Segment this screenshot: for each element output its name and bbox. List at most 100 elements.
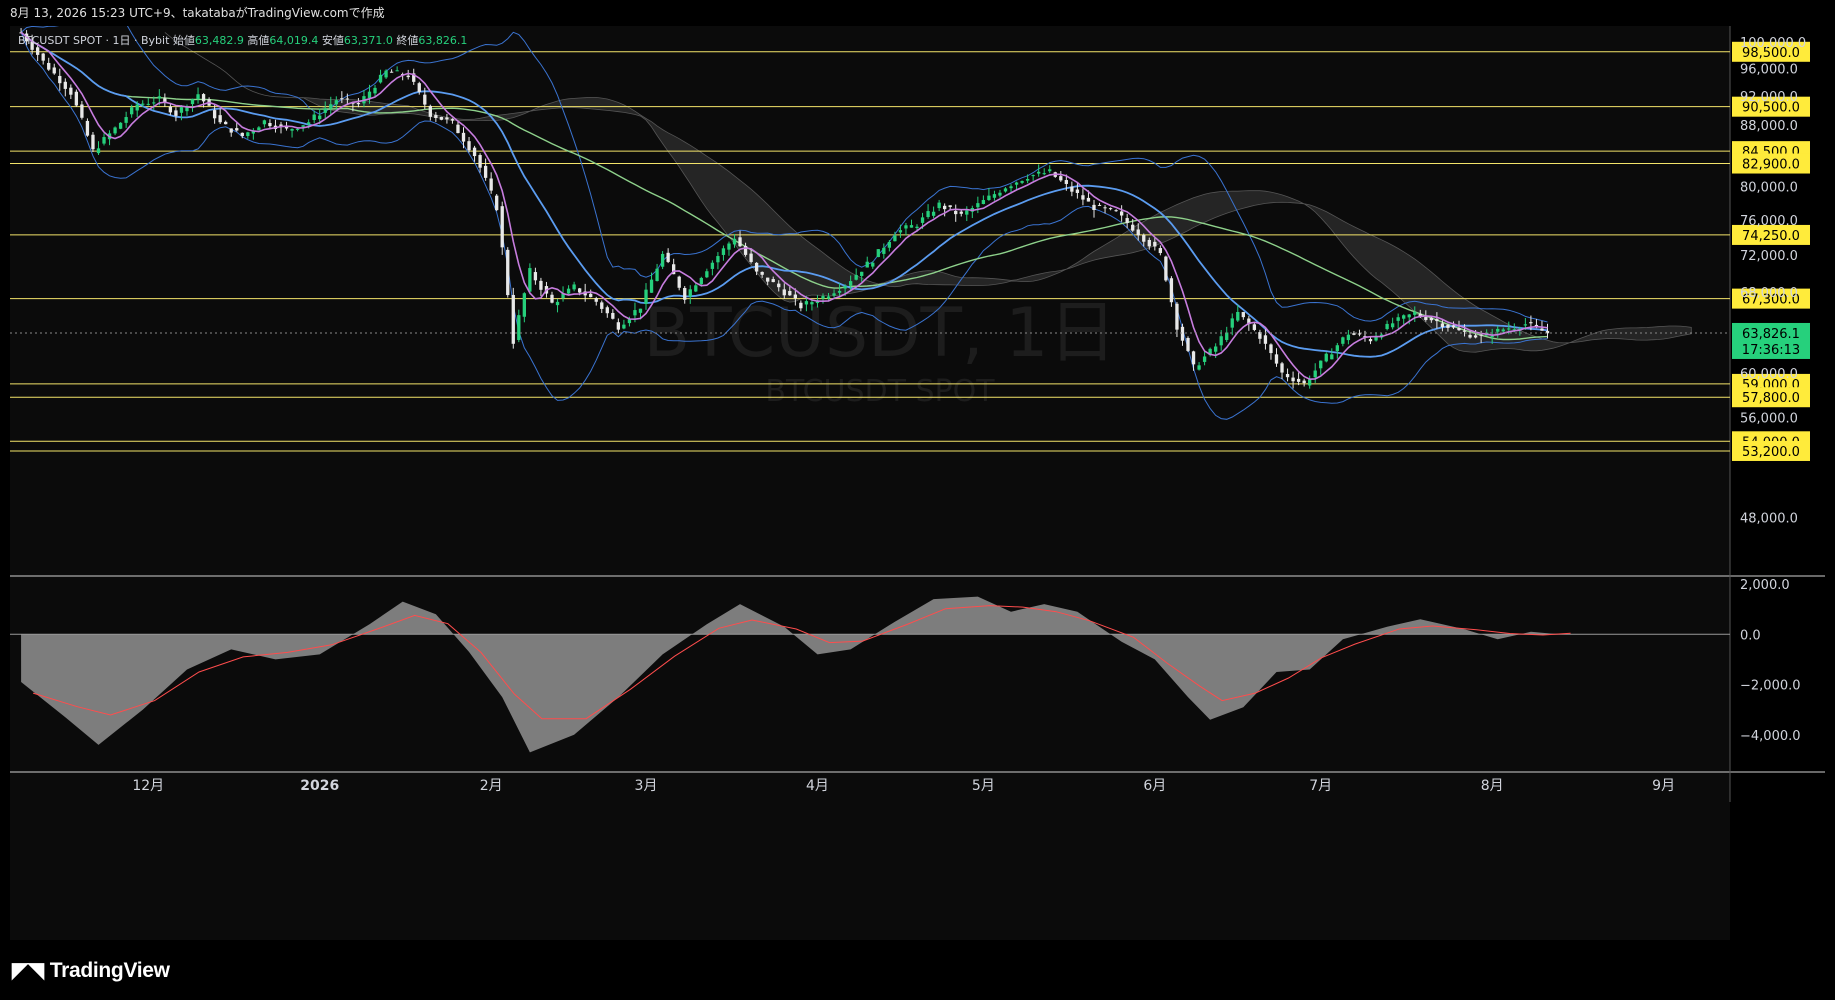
- candle-body: [1440, 323, 1445, 328]
- candle-body: [1346, 334, 1351, 341]
- candle-body: [1086, 197, 1091, 202]
- price-tick-label: 76,000.0: [1740, 214, 1798, 229]
- candle-body: [683, 288, 687, 300]
- time-tick-label: 8月: [1481, 778, 1504, 794]
- price-tick-label: 60,000.0: [1740, 367, 1798, 382]
- candle-body: [1219, 336, 1223, 346]
- candle-body: [201, 94, 206, 102]
- candle-body: [871, 262, 875, 267]
- candle-body: [146, 103, 150, 105]
- candle-body: [450, 119, 455, 121]
- macd-tick-label: 0.0: [1740, 628, 1761, 643]
- candle-body: [754, 262, 759, 272]
- candle-body: [854, 274, 858, 280]
- candle-body: [948, 205, 952, 207]
- candle-body: [898, 230, 903, 233]
- candle-body: [35, 47, 40, 55]
- candle-body: [235, 128, 239, 131]
- candle-body: [954, 210, 958, 215]
- candle-body: [987, 195, 991, 200]
- candle-body: [179, 107, 184, 113]
- time-tick-label: 2026: [300, 778, 339, 794]
- candle-body: [1402, 315, 1406, 319]
- candle-body: [611, 312, 615, 319]
- time-tick-label: 5月: [972, 778, 995, 794]
- candle-body: [716, 256, 720, 263]
- candle-body: [865, 261, 869, 268]
- candle-body: [788, 290, 792, 296]
- candle-body: [644, 289, 648, 305]
- legend-low-label: 安値: [321, 34, 344, 47]
- candle-body: [633, 310, 637, 316]
- candle-body: [1180, 326, 1185, 341]
- candle-body: [1319, 360, 1323, 369]
- macd-signal-line: [32, 605, 1571, 720]
- candle-body: [1158, 248, 1163, 254]
- chart-area[interactable]: BTCUSDT, 1日 BTCUSDT SPOT 98,500.0 90,500.0 8…: [10, 26, 1825, 940]
- candle-body: [1042, 173, 1046, 175]
- candle-body: [738, 237, 742, 247]
- candle-body: [406, 75, 410, 78]
- candle-body: [373, 87, 377, 94]
- candle-body: [1269, 344, 1273, 354]
- candle-body: [1396, 317, 1400, 321]
- candle-body: [1424, 317, 1428, 320]
- price-tick-label: 80,000.0: [1740, 181, 1798, 196]
- candle-body: [821, 296, 825, 299]
- candle-body: [943, 205, 947, 210]
- candle-body: [600, 302, 604, 309]
- candle-body: [937, 202, 941, 209]
- price-tick-label: 68,000.0: [1740, 286, 1798, 301]
- macd-tick-label: −4,000.0: [1740, 729, 1801, 744]
- candle-body: [1407, 314, 1411, 318]
- candle-body: [1131, 224, 1135, 231]
- candle-body: [212, 110, 217, 119]
- legend-open-label: 始値: [172, 34, 195, 47]
- candle-body: [904, 225, 908, 229]
- candle-body: [1507, 328, 1511, 330]
- candle-body: [677, 276, 681, 288]
- candle-body: [804, 301, 809, 305]
- candle-body: [257, 127, 261, 131]
- candle-body: [699, 277, 703, 285]
- price-tick-label: 88,000.0: [1740, 119, 1798, 134]
- candle-body: [732, 238, 737, 245]
- candle-body: [1169, 278, 1174, 303]
- candle-body: [456, 124, 460, 134]
- candle-body: [1142, 235, 1146, 242]
- candle-body: [384, 70, 388, 78]
- candle-body: [224, 121, 228, 125]
- candle-body: [577, 288, 582, 293]
- candle-body: [196, 94, 200, 100]
- candle-body: [688, 289, 692, 297]
- candle-body: [1385, 323, 1389, 330]
- candle-body: [58, 75, 62, 84]
- candle-body: [312, 114, 316, 120]
- candle-body: [1164, 256, 1168, 281]
- candle-body: [1103, 207, 1107, 209]
- candle-body: [1435, 319, 1439, 322]
- candle-body: [1064, 180, 1068, 184]
- chart-canvas[interactable]: BTCUSDT, 1日BTCUSDT SPOT98,500.090,500.08…: [10, 26, 1825, 940]
- candle-body: [190, 99, 195, 105]
- time-tick-label: 12月: [132, 778, 164, 794]
- candle-body: [1153, 241, 1157, 247]
- candle-body: [428, 105, 432, 117]
- legend-low: 63,371.0: [343, 34, 393, 47]
- candle-body: [367, 91, 372, 99]
- candle-body: [301, 125, 305, 127]
- tradingview-logo[interactable]: ◤◥ TradingView: [12, 958, 170, 983]
- candle-body: [1335, 345, 1339, 352]
- candle-body: [1473, 335, 1478, 338]
- candle-body: [1125, 218, 1129, 224]
- candle-body: [135, 104, 139, 111]
- level-label: 53,200.0: [1742, 445, 1800, 460]
- candle-body: [1241, 312, 1245, 318]
- candle-body: [694, 285, 698, 292]
- price-tick-label: 92,000.0: [1740, 90, 1798, 105]
- candle-body: [1285, 373, 1290, 378]
- candle-body: [638, 308, 643, 313]
- candle-body: [434, 115, 438, 118]
- candle-body: [1490, 336, 1494, 338]
- candle-body: [721, 248, 726, 255]
